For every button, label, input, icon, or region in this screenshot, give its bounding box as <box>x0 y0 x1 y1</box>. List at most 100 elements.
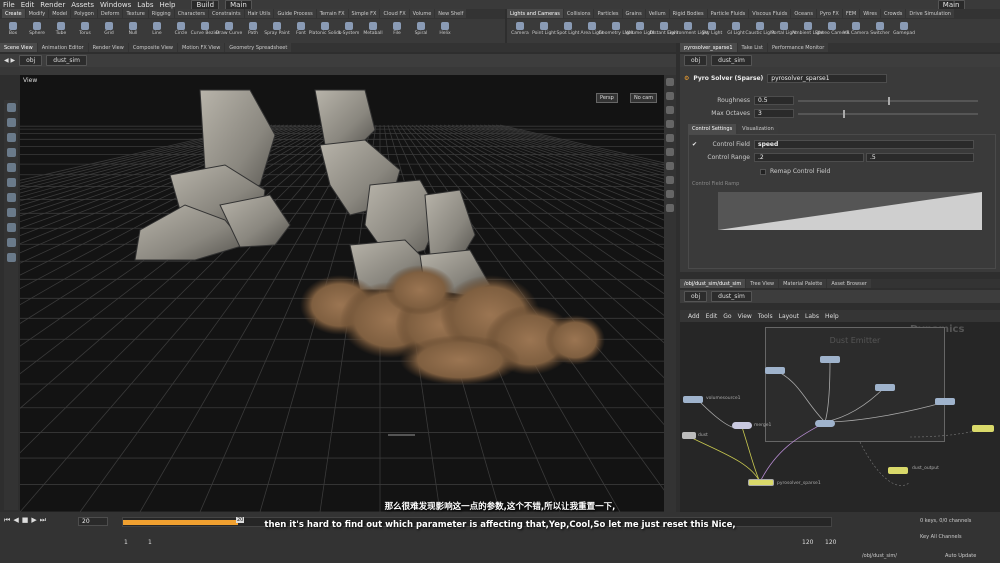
node-dust[interactable] <box>682 432 696 439</box>
network-menu-item[interactable]: Tools <box>758 313 773 320</box>
shelf-tab[interactable]: Oceans <box>791 9 816 18</box>
network-menu-item[interactable]: View <box>738 313 752 320</box>
octaves-slider[interactable] <box>798 109 978 118</box>
network-menu-item[interactable]: Labs <box>805 313 819 320</box>
scene-pane-tab[interactable]: Composite View <box>128 43 177 52</box>
scene-pane-tab[interactable]: Scene View <box>0 43 37 52</box>
shelf-tab[interactable]: Texture <box>123 9 148 18</box>
scene-pane-tab[interactable]: Geometry Spreadsheet <box>225 43 292 52</box>
shelf-tab[interactable]: Simple FX <box>348 9 380 18</box>
shelf-tool[interactable]: Geometry Light <box>598 20 634 42</box>
normals-icon[interactable] <box>666 134 674 142</box>
octaves-field[interactable]: 3 <box>754 109 794 118</box>
range-start[interactable]: 1 <box>124 539 128 546</box>
shelf-tool[interactable]: Caustic Light <box>745 20 775 42</box>
menu-labs[interactable]: Labs <box>137 1 153 9</box>
shelf-tool[interactable]: Grid <box>98 20 120 42</box>
shelf-tab[interactable]: Drive Simulation <box>906 9 954 18</box>
shelf-tab[interactable]: Modify <box>25 9 49 18</box>
shelf-tab[interactable]: Particles <box>594 9 622 18</box>
net-path-obj[interactable]: obj <box>684 291 708 302</box>
lighting-icon[interactable] <box>666 148 674 156</box>
node-box-3[interactable] <box>875 384 895 391</box>
network-menu-item[interactable]: Go <box>723 313 731 320</box>
shelf-tab[interactable]: Collisions <box>563 9 594 18</box>
move-tool-icon[interactable] <box>6 118 16 127</box>
shelf-tab[interactable]: Viscous Fluids <box>749 9 791 18</box>
shelf-tab[interactable]: Polygon <box>71 9 97 18</box>
shelf-tab[interactable]: Guide Process <box>274 9 316 18</box>
shelf-tool[interactable]: Helix <box>434 20 456 42</box>
shelf-tool[interactable]: Torus <box>74 20 96 42</box>
shaded-icon[interactable] <box>666 106 674 114</box>
shelf-tool[interactable]: Curve Bezier <box>191 20 219 42</box>
shelf-tool[interactable]: Platonic Solids <box>309 20 341 42</box>
menu-assets[interactable]: Assets <box>71 1 94 9</box>
menu-edit[interactable]: Edit <box>21 1 35 9</box>
shelf-tab[interactable]: New Shelf <box>435 9 467 18</box>
shelf-tab[interactable]: Crowds <box>881 9 906 18</box>
network-editor[interactable]: Dynamics Dust Emitter volumesource1 dust… <box>680 322 1000 512</box>
persp-menu[interactable]: Persp <box>596 93 618 103</box>
range-start-2[interactable]: 1 <box>148 539 152 546</box>
network-pane-tab[interactable]: Tree View <box>746 279 779 288</box>
menu-file[interactable]: File <box>3 1 15 9</box>
shelf-tool[interactable]: Box <box>2 20 24 42</box>
range-end[interactable]: 120 <box>802 539 813 546</box>
shelf-tool[interactable]: Null <box>122 20 144 42</box>
shelf-tool[interactable]: Volume Light <box>625 20 655 42</box>
node-volumesource[interactable] <box>683 396 703 403</box>
control-range-min[interactable]: .2 <box>754 153 864 162</box>
camera-icon[interactable] <box>6 253 16 262</box>
node-box-1[interactable] <box>765 367 785 374</box>
shelf-tab[interactable]: Model <box>49 9 71 18</box>
node-output[interactable] <box>972 425 994 432</box>
shelf-tab[interactable]: Particle Fluids <box>707 9 749 18</box>
shelf-tab[interactable]: Lights and Cameras <box>507 9 563 18</box>
net-path-dust-sim[interactable]: dust_sim <box>711 291 752 302</box>
node-merge[interactable] <box>732 422 752 429</box>
control-field-input[interactable]: speed <box>754 140 974 149</box>
control-field-ramp[interactable] <box>718 192 982 230</box>
shelf-tool[interactable]: Switcher <box>869 20 891 42</box>
network-menu-item[interactable]: Help <box>825 313 839 320</box>
shelf-tab[interactable]: Hair Utils <box>244 9 274 18</box>
shelf-tool[interactable]: File <box>386 20 408 42</box>
scene-viewport[interactable]: View Persp No cam <box>20 75 664 512</box>
shelf-tab[interactable]: Rigid Bodies <box>669 9 707 18</box>
shelf-tab[interactable]: Grains <box>622 9 645 18</box>
shelf-tab[interactable]: Vellum <box>645 9 669 18</box>
shelf-tool[interactable]: Spiral <box>410 20 432 42</box>
shelf-tool[interactable]: Environment Light <box>667 20 709 42</box>
tab-visualization[interactable]: Visualization <box>738 123 778 134</box>
camera-menu[interactable]: No cam <box>630 93 658 103</box>
param-pane-tab[interactable]: pyrosolver_sparse1 <box>680 43 737 52</box>
shelf-tool[interactable]: Line <box>146 20 168 42</box>
shelf-tool[interactable]: Draw Curve <box>216 20 242 42</box>
shelf-tool[interactable]: L-System <box>338 20 360 42</box>
back-arrow-icon[interactable]: ◀ ▶ <box>4 57 15 64</box>
shelf-tool[interactable]: Point Light <box>532 20 556 42</box>
shelf-tab[interactable]: Create <box>2 9 25 18</box>
node-pyrosolver[interactable] <box>748 479 774 486</box>
shelf-tool[interactable]: Camera <box>509 20 531 42</box>
param-pane-tab[interactable]: Performance Monitor <box>767 43 829 52</box>
menu-windows[interactable]: Windows <box>100 1 131 9</box>
path-dust-sim[interactable]: dust_sim <box>46 55 88 66</box>
shelf-tab[interactable]: Constraints <box>209 9 244 18</box>
shelf-tool[interactable]: Spray Paint <box>264 20 290 42</box>
render-icon[interactable] <box>6 238 16 247</box>
key-all-channels[interactable]: Key All Channels <box>920 534 962 540</box>
magnet-icon[interactable] <box>6 223 16 232</box>
range-end-2[interactable]: 120 <box>825 539 836 546</box>
shelf-tab[interactable]: Wires <box>860 9 881 18</box>
path-obj[interactable]: obj <box>19 55 43 66</box>
node-name-field[interactable]: pyrosolver_sparse1 <box>767 74 888 83</box>
shelf-tool[interactable]: Sphere <box>26 20 48 42</box>
shelf-tool[interactable]: Path <box>242 20 264 42</box>
network-pane-tab[interactable]: Asset Browser <box>827 279 871 288</box>
shelf-tool[interactable]: Gamepad <box>893 20 915 42</box>
shelf-tool[interactable]: Tube <box>50 20 72 42</box>
tab-control-settings[interactable]: Control Settings <box>688 123 737 134</box>
param-path-obj[interactable]: obj <box>684 55 708 66</box>
